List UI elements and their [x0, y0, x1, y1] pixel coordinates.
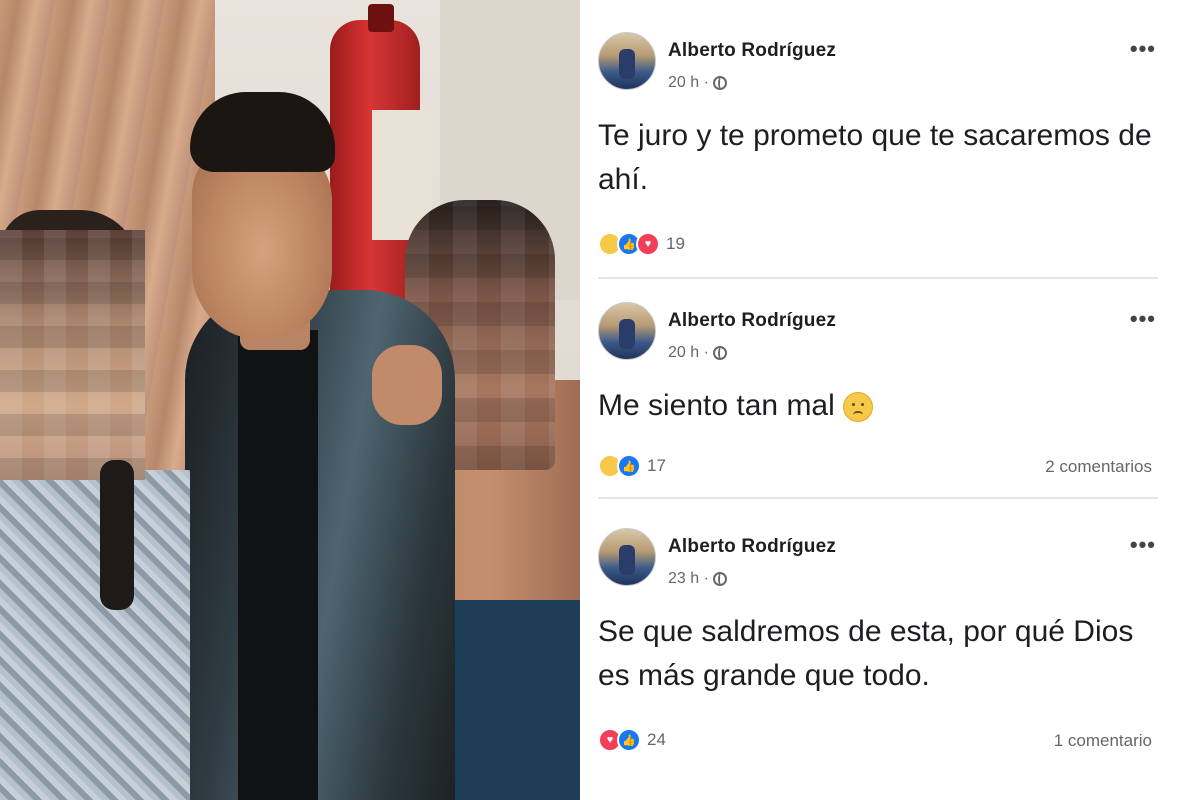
man-shirt	[238, 330, 318, 800]
reactions-summary[interactable]: 👍 17	[598, 454, 666, 478]
comments-count-link[interactable]: 2 comentarios	[1045, 457, 1152, 477]
post-text: Me siento tan mal	[598, 384, 1168, 428]
globe-icon	[712, 346, 727, 360]
love-reaction-icon: ♥	[636, 232, 660, 256]
post-meta: 23 h ·	[668, 570, 727, 588]
post-3: Alberto Rodríguez 23 h · ••• Se que sald…	[580, 518, 1200, 788]
post-1: Alberto Rodríguez 20 h · ••• Te juro y t…	[580, 22, 1200, 292]
hand-on-shoulder	[372, 345, 442, 425]
reaction-count: 19	[666, 234, 685, 253]
post-time[interactable]: 20 h ·	[668, 344, 709, 362]
like-reaction-icon: 👍	[617, 728, 641, 752]
post-feed: Alberto Rodríguez 20 h · ••• Te juro y t…	[580, 0, 1200, 800]
divider	[598, 497, 1158, 499]
like-reaction-icon: 👍	[617, 454, 641, 478]
reactions-summary[interactable]: 👍 ♥ 19	[598, 232, 685, 256]
author-avatar[interactable]	[598, 32, 656, 90]
post-text-content: Me siento tan mal	[598, 389, 835, 422]
post-text: Se que saldremos de esta, por qué Dios e…	[598, 615, 1134, 692]
globe-icon	[712, 572, 727, 586]
comments-count-link[interactable]: 1 comentario	[1054, 731, 1152, 751]
reactions-summary[interactable]: ♥ 👍 24	[598, 728, 666, 752]
author-name[interactable]: Alberto Rodríguez	[668, 536, 836, 558]
post-meta: 20 h ·	[668, 344, 727, 362]
more-options-icon[interactable]: •••	[1130, 532, 1156, 558]
author-name[interactable]: Alberto Rodríguez	[668, 40, 836, 62]
reaction-count: 17	[647, 456, 666, 475]
reaction-count: 24	[647, 730, 666, 749]
blurred-face-left	[0, 230, 145, 480]
man-hair	[190, 92, 335, 172]
author-avatar[interactable]	[598, 302, 656, 360]
extinguisher-valve	[368, 4, 394, 32]
sad-face-emoji	[843, 392, 874, 423]
post-time[interactable]: 23 h ·	[668, 570, 709, 588]
globe-icon	[712, 76, 727, 90]
author-name[interactable]: Alberto Rodríguez	[668, 310, 836, 332]
divider	[598, 277, 1158, 279]
more-options-icon[interactable]: •••	[1130, 306, 1156, 332]
post-time[interactable]: 20 h ·	[668, 74, 709, 92]
braid	[100, 460, 134, 610]
photo	[0, 0, 580, 800]
post-meta: 20 h ·	[668, 74, 727, 92]
post-text: Te juro y te prometo que te sacaremos de…	[598, 119, 1152, 196]
more-options-icon[interactable]: •••	[1130, 36, 1156, 62]
person-left-body	[0, 470, 190, 800]
author-avatar[interactable]	[598, 528, 656, 586]
person-right-dress	[450, 600, 580, 800]
